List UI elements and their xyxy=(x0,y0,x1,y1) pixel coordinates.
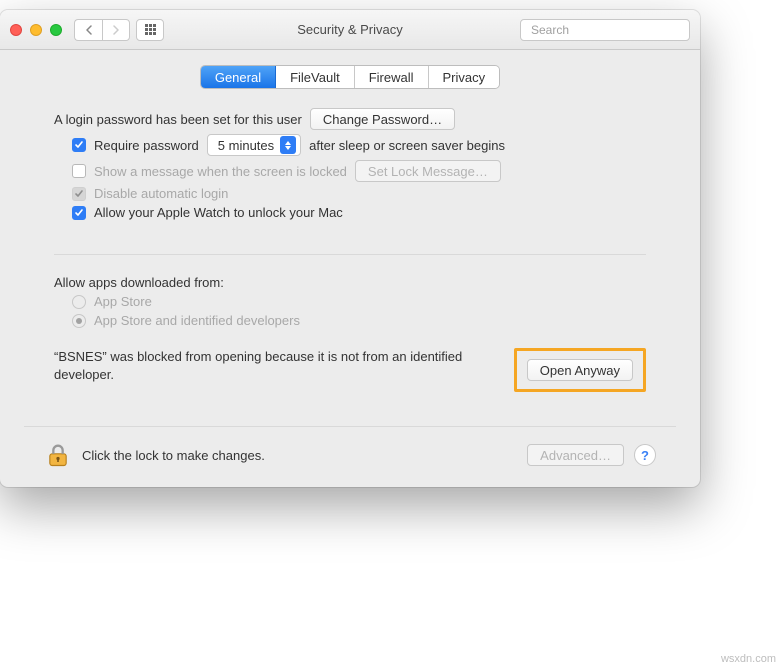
blocked-app-message: “BSNES” was blocked from opening because… xyxy=(54,348,500,383)
back-button[interactable] xyxy=(74,19,102,41)
password-delay-value: 5 minutes xyxy=(218,138,274,153)
search-field[interactable] xyxy=(520,19,690,41)
open-anyway-button[interactable]: Open Anyway xyxy=(527,359,633,381)
apple-watch-label: Allow your Apple Watch to unlock your Ma… xyxy=(94,205,343,220)
maximize-icon[interactable] xyxy=(50,24,62,36)
require-password-label: Require password xyxy=(94,138,199,153)
show-message-label: Show a message when the screen is locked xyxy=(94,164,347,179)
content-area: General FileVault Firewall Privacy A log… xyxy=(0,50,700,487)
identified-devs-radio[interactable] xyxy=(72,314,86,328)
lock-icon[interactable] xyxy=(44,441,72,469)
preferences-window: Security & Privacy General FileVault Fir… xyxy=(0,10,700,487)
titlebar: Security & Privacy xyxy=(0,10,700,50)
tab-privacy[interactable]: Privacy xyxy=(429,66,500,88)
allow-apps-title: Allow apps downloaded from: xyxy=(54,275,224,290)
blocked-app-row: “BSNES” was blocked from opening because… xyxy=(24,332,676,392)
divider xyxy=(54,254,646,255)
stepper-icon xyxy=(280,136,296,154)
login-password-text: A login password has been set for this u… xyxy=(54,112,302,127)
disable-auto-login-label: Disable automatic login xyxy=(94,186,228,201)
forward-button[interactable] xyxy=(102,19,130,41)
toolbar-nav xyxy=(74,19,164,41)
tab-filevault[interactable]: FileVault xyxy=(276,66,355,88)
close-icon[interactable] xyxy=(10,24,22,36)
search-input[interactable] xyxy=(531,23,686,37)
set-lock-message-button[interactable]: Set Lock Message… xyxy=(355,160,501,182)
change-password-button[interactable]: Change Password… xyxy=(310,108,455,130)
require-password-checkbox[interactable] xyxy=(72,138,86,152)
help-button[interactable]: ? xyxy=(634,444,656,466)
identified-devs-label: App Store and identified developers xyxy=(94,313,300,328)
show-all-button[interactable] xyxy=(136,19,164,41)
open-anyway-highlight: Open Anyway xyxy=(514,348,646,392)
show-message-checkbox[interactable] xyxy=(72,164,86,178)
password-delay-select[interactable]: 5 minutes xyxy=(207,134,301,156)
window-controls xyxy=(10,24,62,36)
app-store-radio[interactable] xyxy=(72,295,86,309)
disable-auto-login-checkbox[interactable] xyxy=(72,187,86,201)
tab-bar: General FileVault Firewall Privacy xyxy=(24,66,676,88)
login-section: A login password has been set for this u… xyxy=(24,108,676,244)
apple-watch-checkbox[interactable] xyxy=(72,206,86,220)
app-store-label: App Store xyxy=(94,294,152,309)
grid-icon xyxy=(145,24,156,35)
after-sleep-label: after sleep or screen saver begins xyxy=(309,138,505,153)
footer: Click the lock to make changes. Advanced… xyxy=(24,426,676,487)
allow-apps-section: Allow apps downloaded from: App Store Ap… xyxy=(24,275,676,328)
minimize-icon[interactable] xyxy=(30,24,42,36)
tab-general[interactable]: General xyxy=(201,66,276,88)
advanced-button[interactable]: Advanced… xyxy=(527,444,624,466)
lock-text: Click the lock to make changes. xyxy=(82,448,517,463)
tab-firewall[interactable]: Firewall xyxy=(355,66,429,88)
